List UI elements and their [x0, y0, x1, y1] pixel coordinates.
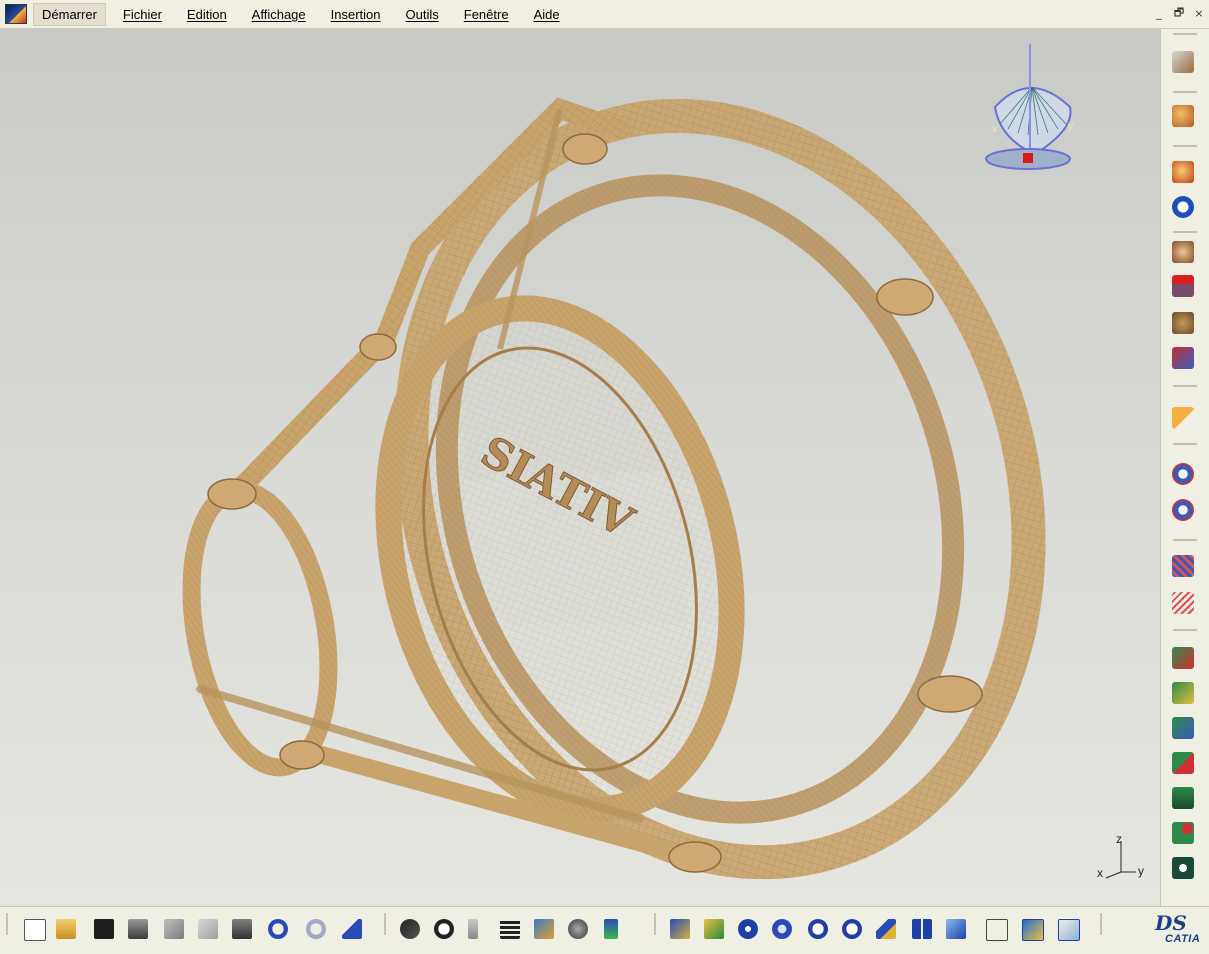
menu-edition[interactable]: Edition — [179, 4, 235, 25]
display-list-icon[interactable] — [604, 919, 618, 939]
bottom-toolbar: DS CATIA — [0, 906, 1209, 954]
patch-g-icon[interactable] — [1172, 857, 1194, 879]
toolbar-separator — [1173, 145, 1197, 147]
zoom-out-icon[interactable] — [842, 919, 862, 939]
wireframe-model: SIATIV — [182, 97, 1046, 880]
toolbar-separator — [654, 913, 656, 935]
menu-demarrer[interactable]: Démarrer — [33, 2, 106, 26]
window-controls: _ 🗗 × — [1151, 5, 1207, 21]
comment-icon[interactable] — [434, 919, 454, 939]
iso-view-icon[interactable] — [946, 919, 966, 939]
toolbar-separator — [1173, 231, 1197, 233]
toolbar-separator — [384, 913, 386, 935]
toolbar-separator — [1173, 33, 1197, 35]
toolbar-separator — [1173, 443, 1197, 445]
zoom-in-icon[interactable] — [808, 919, 828, 939]
toolbar-separator — [1173, 91, 1197, 93]
analysis-icon[interactable] — [1172, 105, 1194, 127]
paste-icon[interactable] — [232, 919, 252, 939]
tools-icon[interactable] — [1172, 312, 1194, 334]
toolbar-separator — [1173, 539, 1197, 541]
surface-a-icon[interactable] — [1172, 463, 1194, 485]
open-file-icon[interactable] — [56, 919, 76, 939]
pan-icon[interactable] — [738, 919, 758, 939]
toolbar-separator — [1100, 913, 1102, 935]
patch-a-icon[interactable] — [1172, 647, 1194, 669]
compass-x-label: x — [992, 124, 997, 135]
swap-visible-icon[interactable] — [1058, 919, 1080, 941]
minimize-button[interactable]: _ — [1151, 5, 1167, 21]
undo-icon[interactable] — [268, 919, 288, 939]
copy-icon[interactable] — [198, 919, 218, 939]
measure-icon[interactable] — [1172, 347, 1194, 369]
view-icon[interactable] — [1172, 241, 1194, 263]
right-toolbar — [1160, 29, 1209, 906]
menu-insertion[interactable]: Insertion — [323, 4, 389, 25]
3d-viewport[interactable]: SIATIV z x y z x y — [0, 29, 1160, 906]
new-file-icon[interactable] — [24, 919, 46, 941]
model-render: SIATIV z x y z x y — [182, 39, 1144, 880]
hide-show-icon[interactable] — [1022, 919, 1044, 941]
redo-icon[interactable] — [306, 919, 326, 939]
save-icon[interactable] — [94, 919, 114, 939]
compass-z-label: z — [1024, 39, 1029, 50]
tree-icon[interactable] — [534, 919, 554, 939]
menu-fichier[interactable]: Fichier — [115, 4, 170, 25]
menu-aide[interactable]: Aide — [526, 4, 568, 25]
surface-b-icon[interactable] — [1172, 499, 1194, 521]
catia-logo: DS CATIA — [1151, 911, 1203, 947]
whats-this-icon[interactable] — [342, 919, 362, 939]
print-icon[interactable] — [128, 919, 148, 939]
menu-bar: Démarrer Fichier Edition Affichage Inser… — [0, 0, 1209, 29]
knowledge-icon[interactable] — [468, 919, 478, 939]
compass-y-label: y — [1068, 121, 1073, 132]
menu-affichage[interactable]: Affichage — [244, 4, 314, 25]
toolbar-separator — [1173, 385, 1197, 387]
table-icon[interactable] — [500, 919, 520, 939]
axis-triad-icon: z x y — [1097, 832, 1144, 880]
normal-view-icon[interactable] — [876, 919, 896, 939]
catia-logo-text: CATIA — [1165, 933, 1201, 945]
toolbar-separator — [6, 913, 8, 935]
mesh-a-icon[interactable] — [1172, 555, 1194, 577]
catalog-icon[interactable] — [568, 919, 588, 939]
query-icon[interactable] — [1172, 161, 1194, 183]
select-cursor-icon[interactable] — [1172, 407, 1194, 429]
info-icon[interactable] — [1172, 196, 1194, 218]
cut-icon[interactable] — [164, 919, 184, 939]
fly-icon[interactable] — [670, 919, 690, 939]
patch-f-icon[interactable] — [1172, 822, 1194, 844]
patch-e-icon[interactable] — [1172, 787, 1194, 809]
menu-fenetre[interactable]: Fenêtre — [456, 4, 517, 25]
close-button[interactable]: × — [1191, 5, 1207, 21]
restore-button[interactable]: 🗗 — [1171, 5, 1187, 21]
xml-icon[interactable] — [1172, 275, 1194, 297]
rotate-icon[interactable] — [772, 919, 792, 939]
ds-logo-text: DS — [1155, 911, 1187, 935]
compass-icon[interactable]: z x y — [985, 39, 1073, 170]
mesh-b-icon[interactable] — [1172, 592, 1194, 614]
fit-all-icon[interactable] — [704, 919, 724, 939]
menu-outils[interactable]: Outils — [398, 4, 447, 25]
formula-icon[interactable] — [400, 919, 420, 939]
patch-c-icon[interactable] — [1172, 717, 1194, 739]
toolbar-separator — [1173, 629, 1197, 631]
triad-z-label: z — [1116, 832, 1122, 846]
sketch-icon[interactable] — [1172, 51, 1194, 73]
patch-d-icon[interactable] — [1172, 752, 1194, 774]
render-style-icon[interactable] — [986, 919, 1008, 941]
multi-view-icon[interactable] — [912, 919, 932, 939]
triad-x-label: x — [1097, 866, 1103, 880]
app-logo-icon[interactable] — [5, 4, 27, 24]
patch-b-icon[interactable] — [1172, 682, 1194, 704]
triad-y-label: y — [1138, 864, 1144, 878]
